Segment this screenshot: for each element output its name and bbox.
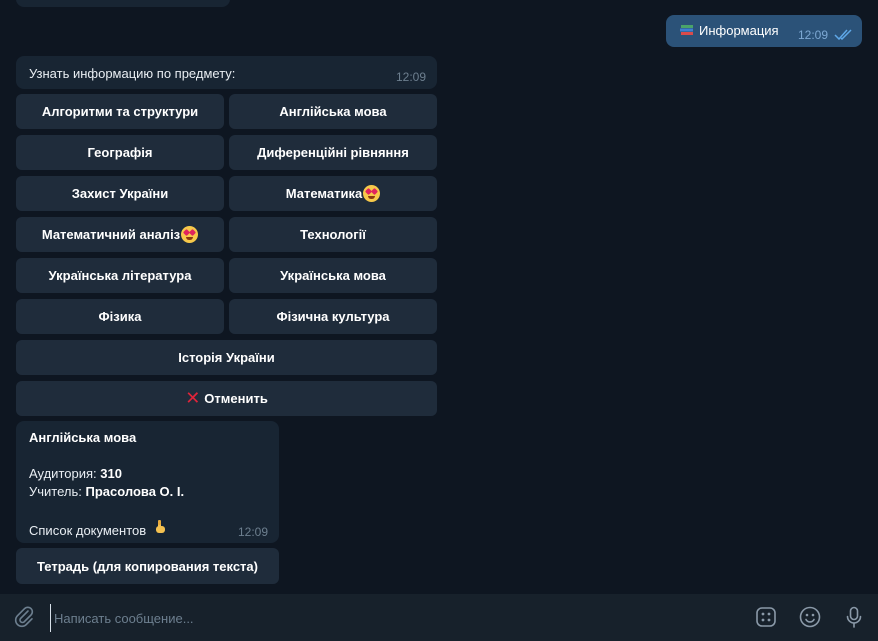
heart-eyes-emoji-icon — [181, 226, 199, 243]
bot-prompt-message: Узнать информацию по предмету: 12:09 — [16, 56, 437, 89]
outgoing-message-text: Информация — [680, 23, 779, 38]
info-docs: Список документов — [29, 519, 166, 538]
info-teacher-label: Учитель: — [29, 484, 82, 499]
kb-button-label: Математичний аналіз — [41, 227, 181, 242]
kb-button-algorithms[interactable]: Алгоритми та структури — [16, 94, 224, 129]
heart-eyes-emoji-icon — [363, 185, 381, 202]
copy-notebook-button[interactable]: Тетрадь (для копирования текста) — [16, 548, 279, 584]
info-time: 12:09 — [237, 525, 268, 539]
kb-button-defense[interactable]: Захист України — [16, 176, 224, 211]
kb-button-label: Географія — [87, 145, 153, 160]
microphone-icon[interactable] — [842, 605, 866, 629]
read-check-icon — [834, 29, 852, 40]
info-title: Англійська мова — [29, 430, 137, 445]
paperclip-icon[interactable] — [12, 604, 36, 630]
kb-button-history[interactable]: Історія України — [16, 340, 437, 375]
kb-button-technology[interactable]: Технології — [229, 217, 437, 252]
books-emoji-icon — [680, 24, 694, 36]
bot-commands-icon[interactable] — [754, 605, 778, 629]
kb-button-label: Диференційні рівняння — [257, 145, 409, 160]
kb-button-phys-culture[interactable]: Фізична культура — [229, 299, 437, 334]
kb-button-label: Англійська мова — [279, 104, 387, 119]
prompt-time: 12:09 — [395, 70, 426, 84]
kb-button-math[interactable]: Математика — [229, 176, 437, 211]
previous-message-bubble — [16, 0, 230, 7]
info-docs-label: Список документов — [29, 523, 147, 538]
chat-area: Информация 12:09 Узнать информацию по пр… — [0, 0, 878, 594]
emoji-icon[interactable] — [798, 605, 822, 629]
message-composer — [0, 594, 878, 641]
kb-button-geography[interactable]: Географія — [16, 135, 224, 170]
kb-button-label: Фізична культура — [276, 309, 390, 324]
kb-button-ukr-language[interactable]: Українська мова — [229, 258, 437, 293]
copy-button-label: Тетрадь (для копирования текста) — [37, 558, 258, 574]
kb-button-label: Технології — [300, 227, 366, 242]
prompt-text: Узнать информацию по предмету: — [29, 66, 236, 81]
kb-button-label: Отменить — [204, 391, 268, 406]
kb-button-ukr-literature[interactable]: Українська література — [16, 258, 224, 293]
pointing-down-icon — [154, 519, 166, 538]
kb-button-math-analysis[interactable]: Математичний аналіз — [16, 217, 224, 252]
kb-button-physics[interactable]: Фізика — [16, 299, 224, 334]
info-room: Аудитория: 310 — [29, 466, 122, 481]
kb-button-label: Українська література — [48, 268, 192, 283]
kb-button-label: Математика — [285, 186, 363, 201]
outgoing-time: 12:09 — [797, 28, 828, 42]
outgoing-text-label: Информация — [699, 23, 779, 38]
kb-button-cancel[interactable]: ✕ Отменить — [16, 381, 437, 416]
kb-button-diff-equations[interactable]: Диференційні рівняння — [229, 135, 437, 170]
kb-button-english[interactable]: Англійська мова — [229, 94, 437, 129]
subject-info-message: Англійська мова Аудитория: 310 Учитель: … — [16, 421, 279, 543]
info-teacher: Учитель: Прасолова О. І. — [29, 484, 184, 499]
info-room-label: Аудитория: — [29, 466, 97, 481]
outgoing-message[interactable]: Информация 12:09 — [666, 15, 862, 47]
info-room-value: 310 — [100, 466, 122, 481]
kb-button-label: Захист України — [71, 186, 169, 201]
cross-mark-icon: ✕ — [185, 388, 201, 408]
kb-button-label: Алгоритми та структури — [41, 104, 199, 119]
info-teacher-value: Прасолова О. І. — [85, 484, 185, 499]
kb-button-label: Історія України — [178, 350, 275, 365]
message-input[interactable] — [50, 604, 736, 632]
kb-button-label: Українська мова — [280, 268, 386, 283]
kb-button-label: Фізика — [98, 309, 142, 324]
